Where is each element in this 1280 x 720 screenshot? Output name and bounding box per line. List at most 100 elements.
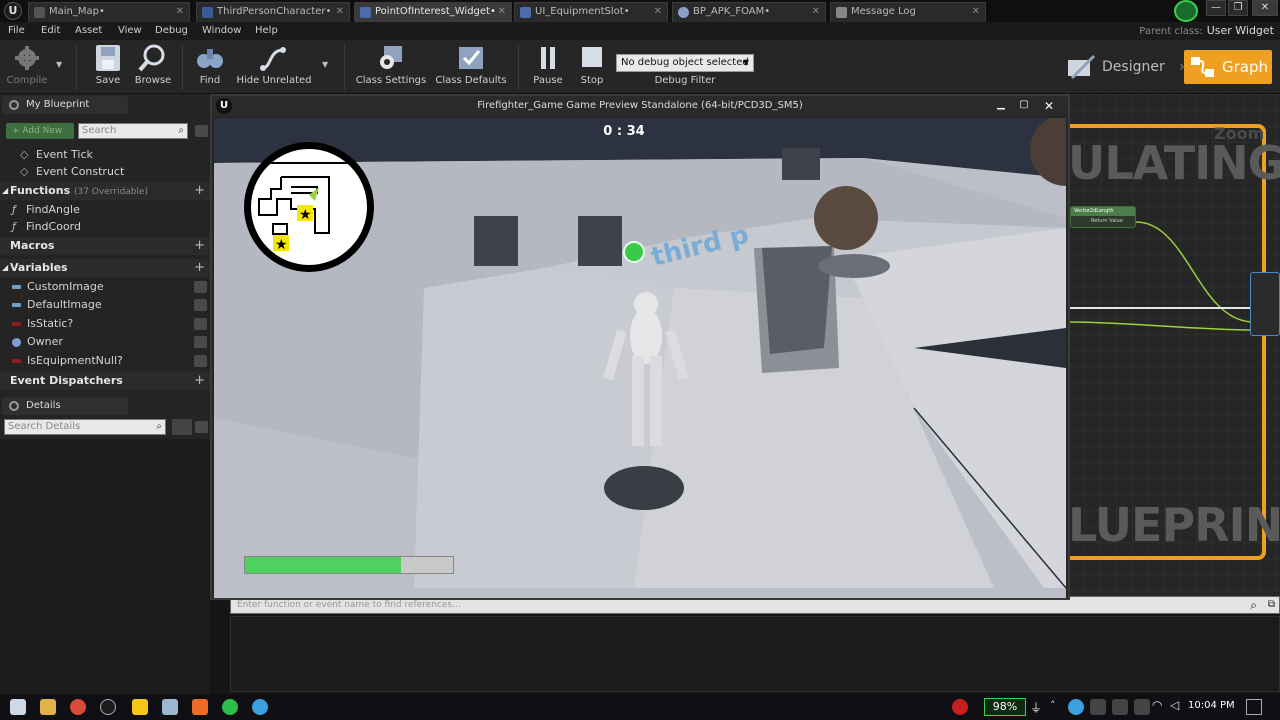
tray-app-icon[interactable]: [952, 699, 968, 715]
close-icon[interactable]: ✕: [176, 3, 184, 21]
add-variable-icon[interactable]: +: [194, 259, 205, 277]
hide-unrelated-chevron-icon[interactable]: ▼: [322, 60, 328, 69]
designer-mode-button[interactable]: Designer ›: [1064, 52, 1185, 82]
file-explorer-icon[interactable]: [40, 699, 56, 715]
macros-category[interactable]: Macros +: [0, 237, 210, 255]
sticky-notes-icon[interactable]: [132, 699, 148, 715]
game-viewport[interactable]: third p 0 : 34 ★ ★: [214, 118, 1066, 598]
function-item-findcoord[interactable]: ƒ FindCoord: [0, 218, 210, 236]
add-new-button[interactable]: + Add New: [6, 123, 74, 139]
close-window-button[interactable]: ✕: [1040, 98, 1058, 114]
tray-icon[interactable]: [1112, 699, 1128, 715]
tab-ui-equipmentslot[interactable]: UI_EquipmentSlot• ✕: [514, 2, 668, 22]
variable-item-customimage[interactable]: CustomImage: [0, 278, 210, 296]
start-menu-icon[interactable]: [10, 699, 26, 715]
unreal-engine-icon[interactable]: [100, 699, 116, 715]
class-defaults-button[interactable]: Class Defaults: [434, 44, 508, 90]
wire-connections: [1068, 221, 1255, 331]
visibility-eye-icon[interactable]: [194, 318, 207, 330]
tab-details[interactable]: Details: [2, 397, 128, 415]
variable-item-isstatic[interactable]: IsStatic?: [0, 315, 210, 333]
minimize-button[interactable]: ▁: [992, 99, 1010, 113]
variable-item-isequipmentnull[interactable]: IsEquipmentNull?: [0, 352, 210, 370]
add-function-icon[interactable]: +: [194, 182, 205, 200]
menu-file[interactable]: File: [8, 25, 25, 36]
save-button[interactable]: Save: [88, 44, 128, 90]
stop-button[interactable]: Stop: [572, 44, 612, 90]
close-icon[interactable]: ✕: [812, 3, 820, 21]
tab-thirdpersoncharacter[interactable]: ThirdPersonCharacter• ✕: [196, 2, 350, 22]
menu-view[interactable]: View: [118, 25, 142, 36]
telegram-icon[interactable]: [252, 699, 268, 715]
search-icon[interactable]: ⌕: [1250, 597, 1257, 613]
event-item-tick[interactable]: ◇ Event Tick: [0, 146, 210, 164]
graph-canvas[interactable]: ULATING LUEPRINT Zoom Vector2dLength Ret…: [1068, 94, 1280, 600]
pause-button[interactable]: Pause: [528, 44, 568, 90]
function-icon: ƒ: [12, 220, 16, 233]
tray-icon[interactable]: [1134, 699, 1150, 715]
tab-message-log[interactable]: Message Log ✕: [830, 2, 986, 22]
visibility-eye-icon[interactable]: [194, 281, 207, 293]
compile-options-chevron-icon[interactable]: ▼: [56, 60, 62, 69]
details-eye-icon[interactable]: [195, 421, 208, 433]
details-search-input[interactable]: Search Details ⌕: [4, 419, 166, 435]
add-dispatcher-icon[interactable]: +: [194, 372, 205, 390]
function-item-findangle[interactable]: ƒ FindAngle: [0, 201, 210, 219]
wifi-icon[interactable]: ◠: [1152, 698, 1162, 712]
close-icon[interactable]: ✕: [498, 3, 506, 21]
variable-item-defaultimage[interactable]: DefaultImage: [0, 296, 210, 314]
functions-category[interactable]: ◢ Functions (37 Overridable) +: [0, 182, 210, 200]
battery-indicator[interactable]: 98%: [984, 698, 1026, 716]
close-icon[interactable]: ✕: [336, 3, 344, 21]
source-control-icon[interactable]: [1174, 0, 1198, 22]
variable-type-icon: [12, 322, 21, 326]
hide-unrelated-button[interactable]: Hide Unrelated: [236, 44, 312, 90]
maximize-button[interactable]: ▢: [1015, 99, 1033, 113]
close-window-button[interactable]: ✕: [1252, 0, 1278, 16]
parent-class: Parent class: User Widget: [1139, 24, 1274, 37]
tab-bp-apk-foam[interactable]: BP_APK_FOAM• ✕: [672, 2, 826, 22]
property-matrix-icon[interactable]: [172, 419, 192, 435]
menu-debug[interactable]: Debug: [155, 25, 188, 36]
debug-object-select[interactable]: No debug object selected ▼: [616, 54, 754, 72]
menu-asset[interactable]: Asset: [75, 25, 102, 36]
graph-node[interactable]: [1250, 272, 1280, 336]
event-dispatchers-category[interactable]: Event Dispatchers +: [0, 372, 210, 390]
add-macro-icon[interactable]: +: [194, 237, 205, 255]
tab-main-map[interactable]: Main_Map• ✕: [28, 2, 190, 22]
visibility-eye-icon[interactable]: [194, 299, 207, 311]
browse-button[interactable]: Browse: [132, 44, 174, 90]
graph-mode-button[interactable]: Graph: [1184, 50, 1272, 84]
volume-icon[interactable]: ◁: [1170, 698, 1179, 712]
minimize-button[interactable]: —: [1206, 0, 1226, 16]
visibility-eye-icon[interactable]: [194, 336, 207, 348]
telegram-tray-icon[interactable]: [1068, 699, 1084, 715]
event-item-construct[interactable]: ◇ Event Construct: [0, 163, 210, 181]
tab-my-blueprint[interactable]: My Blueprint: [2, 96, 128, 114]
notification-center-icon[interactable]: [1246, 699, 1262, 715]
view-options-eye-icon[interactable]: [195, 125, 208, 137]
computer-icon[interactable]: [162, 699, 178, 715]
tray-icon[interactable]: [1090, 699, 1106, 715]
chevron-up-icon[interactable]: ˄: [1050, 699, 1056, 712]
preview-title-bar: U Firefighter_Game Game Preview Standalo…: [212, 96, 1068, 116]
find-button[interactable]: Find: [190, 44, 230, 90]
close-icon[interactable]: ✕: [972, 3, 980, 21]
blueprint-search-input[interactable]: Search ⌕: [78, 123, 188, 139]
find-options-icon[interactable]: ⧉: [1268, 597, 1275, 613]
variable-item-owner[interactable]: Owner: [0, 333, 210, 351]
visibility-eye-icon[interactable]: [194, 355, 207, 367]
app-icon[interactable]: [192, 699, 208, 715]
menu-help[interactable]: Help: [255, 25, 278, 36]
maximize-button[interactable]: ❐: [1228, 0, 1248, 16]
whatsapp-icon[interactable]: [222, 699, 238, 715]
compile-button[interactable]: Compile: [4, 44, 50, 90]
class-settings-button[interactable]: Class Settings: [354, 44, 428, 90]
tab-pointofinterest-widget[interactable]: PointOfInterest_Widget• ✕: [354, 2, 512, 22]
variables-category[interactable]: ◢ Variables +: [0, 259, 210, 277]
close-icon[interactable]: ✕: [654, 3, 662, 21]
menu-window[interactable]: Window: [202, 25, 241, 36]
chrome-icon[interactable]: [70, 699, 86, 715]
system-clock[interactable]: 10:04 PM: [1188, 700, 1235, 711]
menu-edit[interactable]: Edit: [41, 25, 60, 36]
